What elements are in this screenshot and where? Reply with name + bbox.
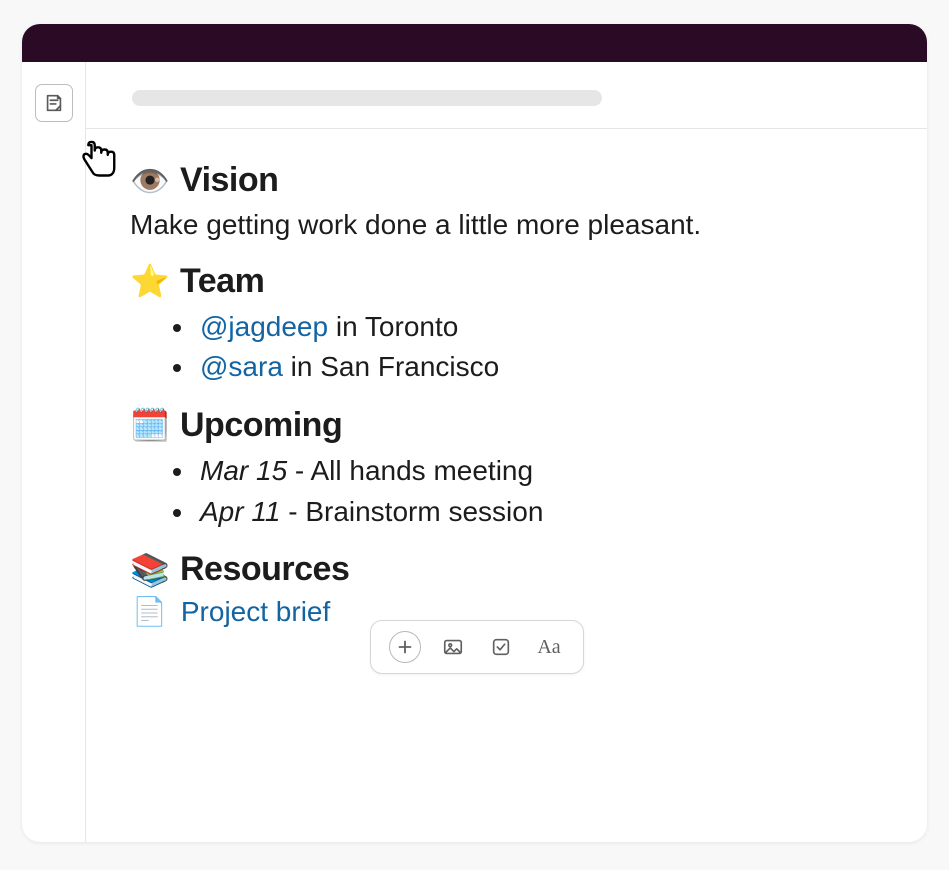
books-icon: 📚 bbox=[130, 554, 170, 586]
team-location: in Toronto bbox=[328, 311, 458, 342]
team-list: @jagdeep in Toronto @sara in San Francis… bbox=[130, 307, 883, 388]
file-icon: 📄 bbox=[132, 595, 167, 628]
calendar-icon: 🗓️ bbox=[130, 409, 170, 441]
title-placeholder[interactable] bbox=[132, 90, 602, 106]
insert-image-button[interactable] bbox=[437, 631, 469, 663]
list-item: @jagdeep in Toronto bbox=[196, 307, 883, 348]
event-date: Apr 11 bbox=[200, 496, 280, 527]
add-button[interactable] bbox=[389, 631, 421, 663]
upcoming-list: Mar 15 - All hands meeting Apr 11 - Brai… bbox=[130, 451, 883, 532]
resource-link[interactable]: Project brief bbox=[181, 596, 330, 628]
eye-icon: 👁️ bbox=[130, 165, 170, 197]
mention-link[interactable]: @sara bbox=[200, 351, 283, 382]
floating-toolbar: Aa bbox=[370, 620, 584, 674]
heading-upcoming: 🗓️ Upcoming bbox=[130, 406, 883, 445]
team-location: in San Francisco bbox=[283, 351, 499, 382]
heading-vision: 👁️ Vision bbox=[130, 161, 883, 200]
list-item: Mar 15 - All hands meeting bbox=[196, 451, 883, 492]
heading-team-text: Team bbox=[180, 262, 264, 301]
text-format-icon: Aa bbox=[537, 636, 560, 659]
window-titlebar bbox=[22, 24, 927, 62]
list-item: @sara in San Francisco bbox=[196, 347, 883, 388]
mention-link[interactable]: @jagdeep bbox=[200, 311, 328, 342]
event-desc: Brainstorm session bbox=[305, 496, 543, 527]
star-icon: ⭐ bbox=[130, 265, 170, 297]
vision-body: Make getting work done a little more ple… bbox=[130, 206, 883, 244]
heading-resources: 📚 Resources bbox=[130, 550, 883, 589]
new-note-button[interactable] bbox=[35, 84, 73, 122]
document-content[interactable]: 👁️ Vision Make getting work done a littl… bbox=[86, 129, 927, 668]
heading-team: ⭐ Team bbox=[130, 262, 883, 301]
body-area: 👁️ Vision Make getting work done a littl… bbox=[22, 62, 927, 842]
left-rail bbox=[22, 62, 86, 842]
plus-icon bbox=[394, 636, 416, 658]
heading-upcoming-text: Upcoming bbox=[180, 406, 342, 445]
heading-vision-text: Vision bbox=[180, 161, 278, 200]
note-icon bbox=[43, 92, 65, 114]
list-item: Apr 11 - Brainstorm session bbox=[196, 492, 883, 533]
event-desc: All hands meeting bbox=[311, 455, 534, 486]
main-area: 👁️ Vision Make getting work done a littl… bbox=[86, 62, 927, 842]
image-icon bbox=[442, 636, 464, 658]
canvas-window: 👁️ Vision Make getting work done a littl… bbox=[22, 24, 927, 842]
document-title-bar bbox=[86, 62, 927, 129]
event-date: Mar 15 bbox=[200, 455, 287, 486]
format-text-button[interactable]: Aa bbox=[533, 631, 565, 663]
insert-checklist-button[interactable] bbox=[485, 631, 517, 663]
heading-resources-text: Resources bbox=[180, 550, 349, 589]
checkbox-icon bbox=[490, 636, 512, 658]
